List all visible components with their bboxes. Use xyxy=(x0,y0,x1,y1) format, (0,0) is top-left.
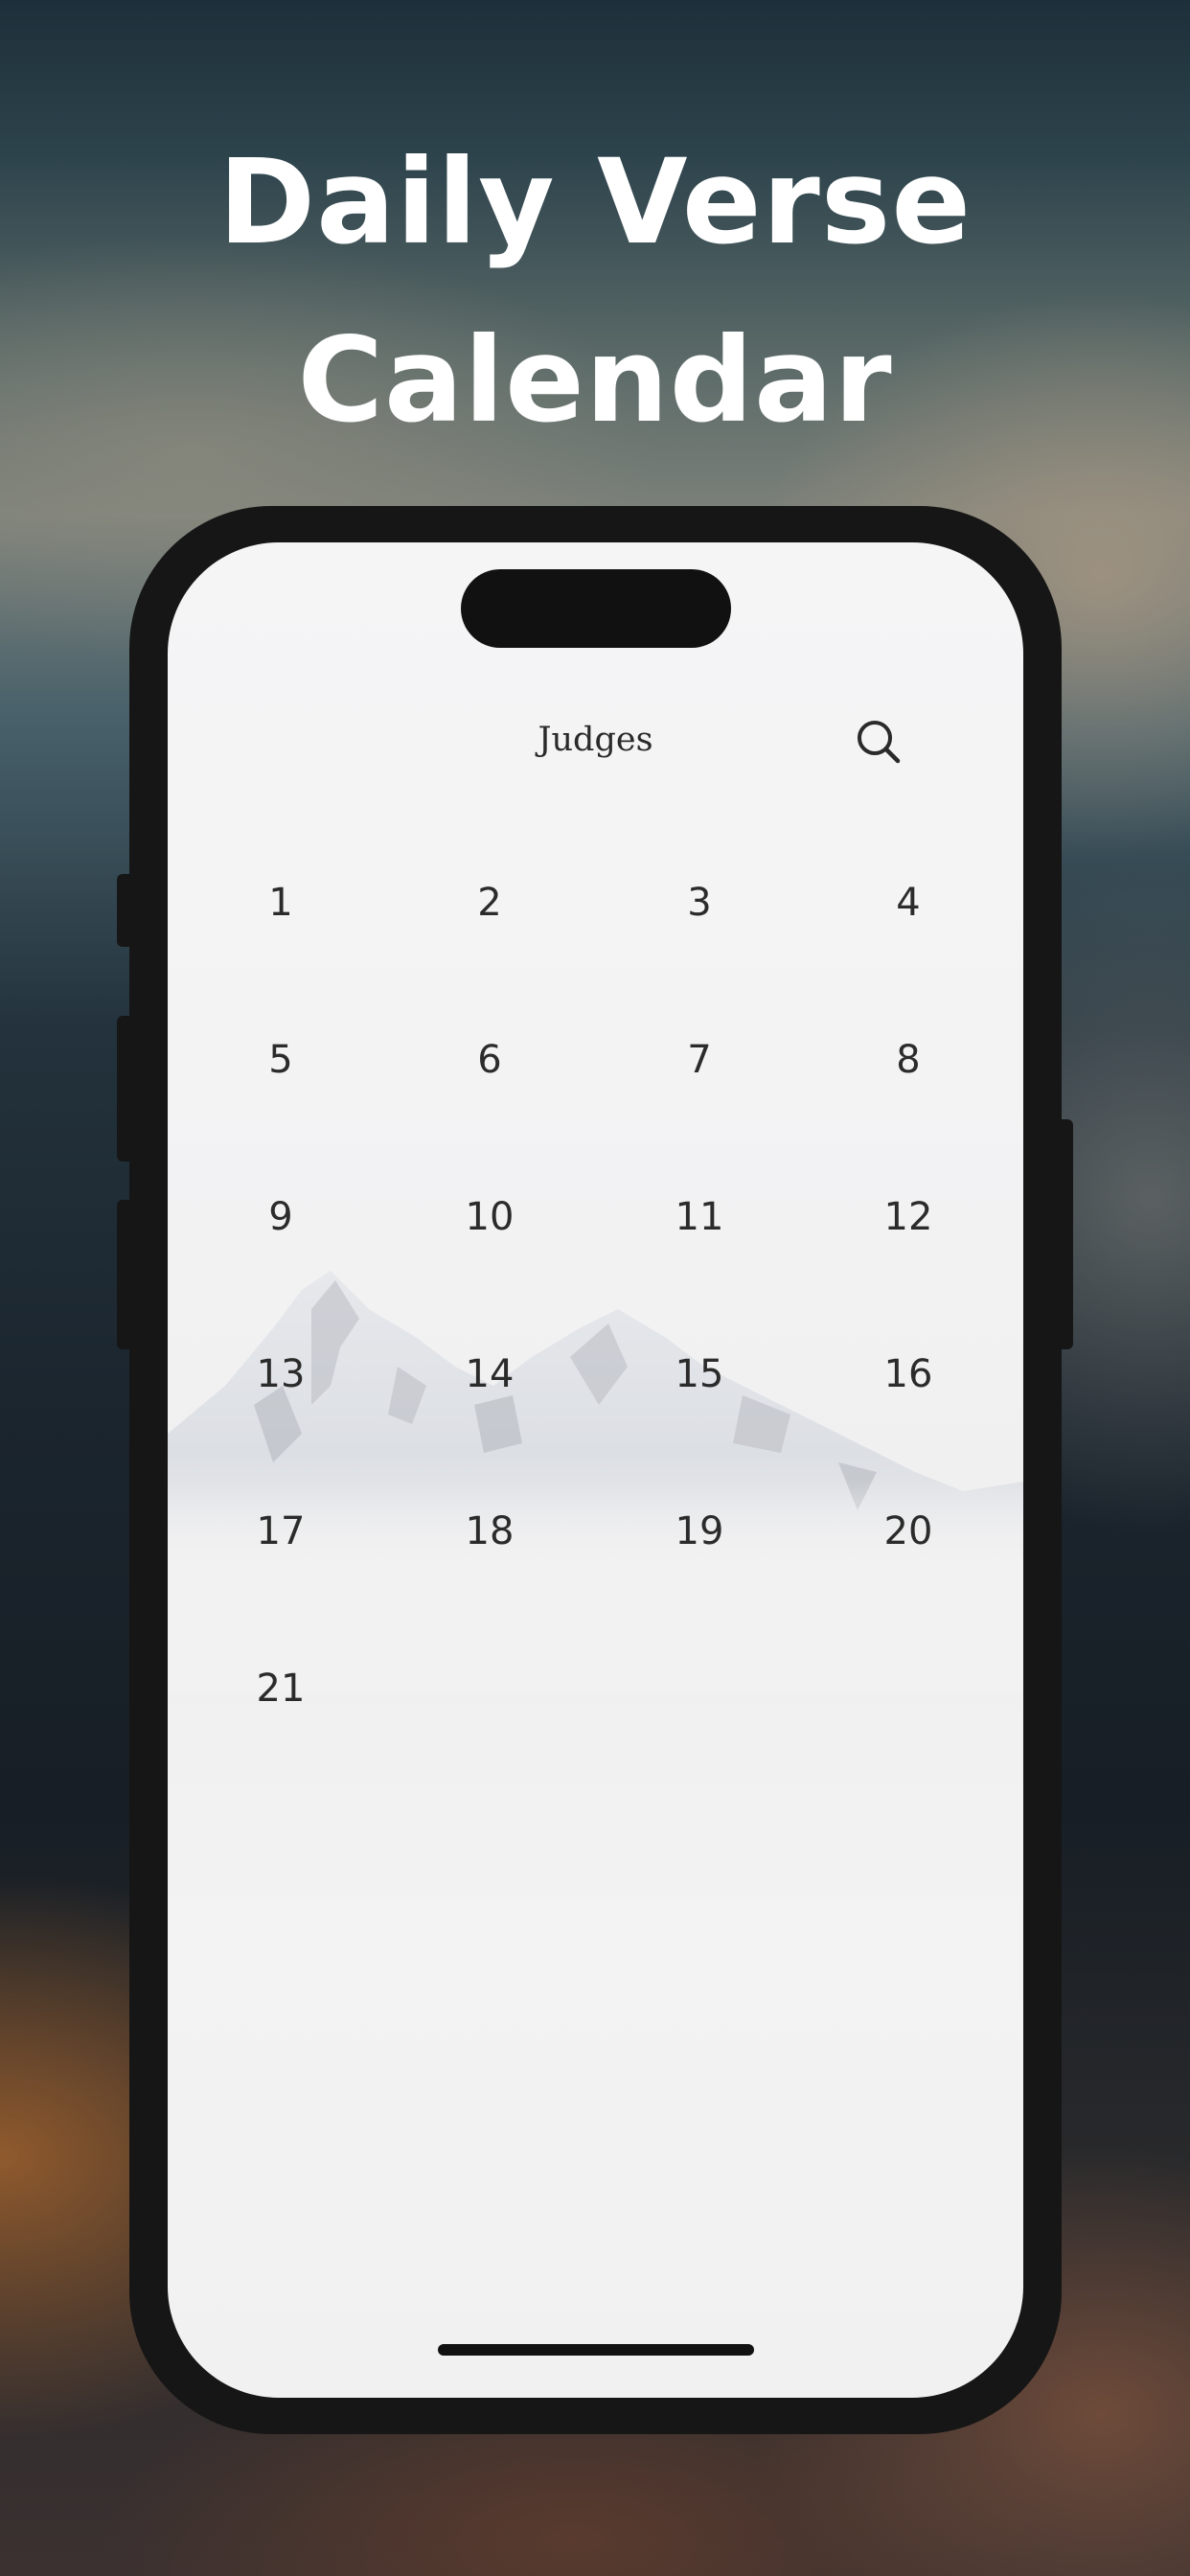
chapter-7[interactable]: 7 xyxy=(632,1022,767,1098)
chapter-3[interactable]: 3 xyxy=(632,864,767,941)
chapter-8[interactable]: 8 xyxy=(841,1022,975,1098)
chapter-2[interactable]: 2 xyxy=(423,864,557,941)
chapter-19[interactable]: 19 xyxy=(632,1493,767,1570)
chapter-17[interactable]: 17 xyxy=(214,1493,348,1570)
chapter-1[interactable]: 1 xyxy=(214,864,348,941)
chapter-21[interactable]: 21 xyxy=(214,1650,348,1727)
chapter-4[interactable]: 4 xyxy=(841,864,975,941)
chapter-10[interactable]: 10 xyxy=(423,1179,557,1255)
home-indicator[interactable] xyxy=(438,2344,754,2356)
phone-frame: Judges 1 2 3 4 5 6 7 8 9 10 11 12 13 14 … xyxy=(129,506,1062,2434)
chapter-20[interactable]: 20 xyxy=(841,1493,975,1570)
chapter-11[interactable]: 11 xyxy=(632,1179,767,1255)
promo-title-line-1: Daily Verse xyxy=(217,134,973,270)
chapter-18[interactable]: 18 xyxy=(423,1493,557,1570)
chapter-12[interactable]: 12 xyxy=(841,1179,975,1255)
promo-title: Daily Verse Calendar xyxy=(0,113,1190,470)
chapter-14[interactable]: 14 xyxy=(423,1336,557,1413)
chapter-15[interactable]: 15 xyxy=(632,1336,767,1413)
promo-title-line-2: Calendar xyxy=(297,312,893,448)
chapter-13[interactable]: 13 xyxy=(214,1336,348,1413)
chapter-6[interactable]: 6 xyxy=(423,1022,557,1098)
chapter-16[interactable]: 16 xyxy=(841,1336,975,1413)
chapter-9[interactable]: 9 xyxy=(214,1179,348,1255)
app-screen: Judges 1 2 3 4 5 6 7 8 9 10 11 12 13 14 … xyxy=(168,542,1023,2398)
chapter-5[interactable]: 5 xyxy=(214,1022,348,1098)
chapter-grid: 1 2 3 4 5 6 7 8 9 10 11 12 13 14 15 16 1… xyxy=(168,542,1023,2398)
